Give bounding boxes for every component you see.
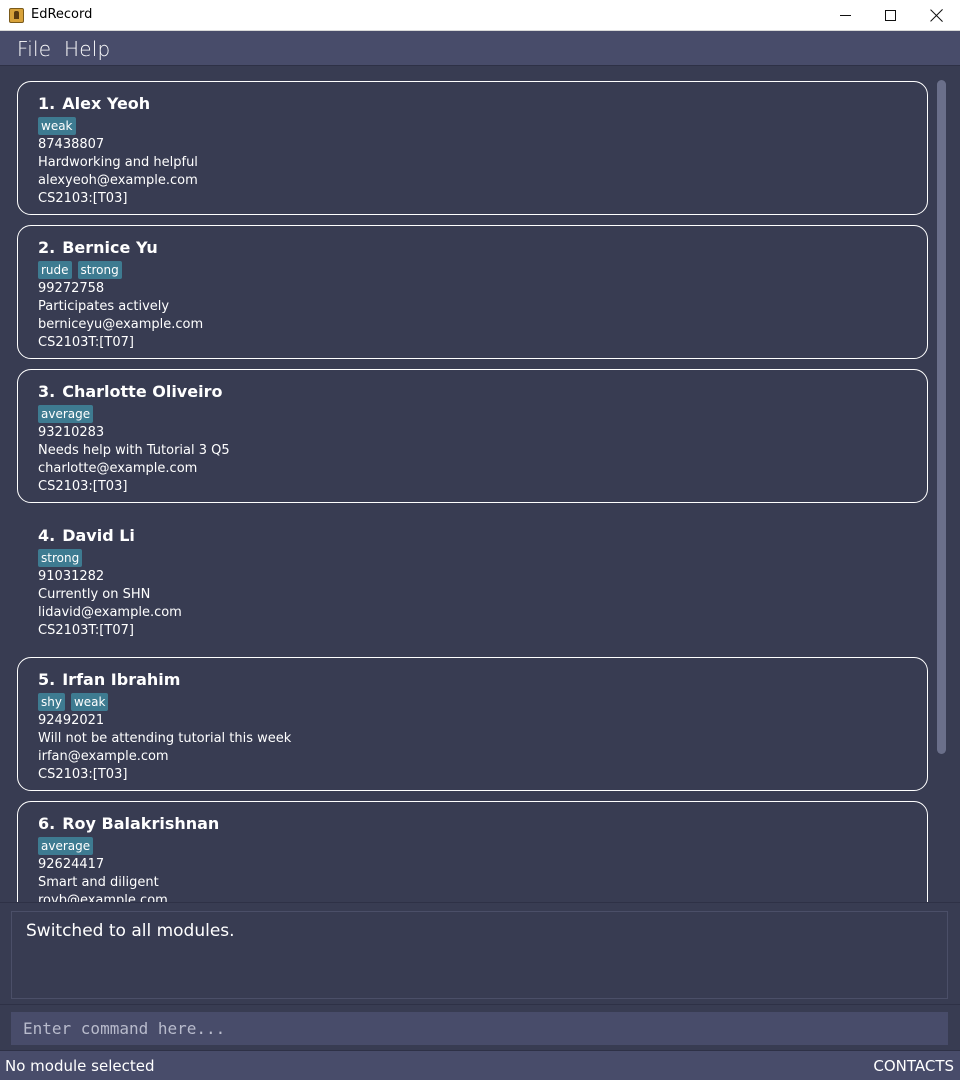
- person-module: CS2103:[T03]: [38, 479, 128, 494]
- maximize-button[interactable]: [867, 0, 913, 31]
- tag: weak: [38, 117, 76, 135]
- tag: shy: [38, 693, 65, 711]
- person-module: CS2103:[T03]: [38, 191, 128, 206]
- person-name: Charlotte Oliveiro: [62, 382, 223, 401]
- person-module: CS2103:[T03]: [38, 767, 128, 782]
- person-index: 4.: [38, 526, 56, 545]
- divider: [0, 902, 960, 908]
- tag-list: average: [38, 837, 907, 855]
- person-name-row: 5. Irfan Ibrahim: [38, 670, 907, 690]
- person-index: 5.: [38, 670, 56, 689]
- person-name: Alex Yeoh: [62, 94, 151, 113]
- menu-help[interactable]: Help: [64, 37, 110, 61]
- person-info: Smart and diligent: [38, 875, 159, 890]
- window-title: EdRecord: [31, 7, 93, 22]
- result-message: Switched to all modules.: [26, 921, 235, 941]
- tag: strong: [77, 261, 122, 279]
- tag: rude: [38, 261, 72, 279]
- person-module: CS2103T:[T07]: [38, 335, 134, 350]
- status-module: No module selected: [5, 1057, 155, 1075]
- tag-list: weak: [38, 117, 907, 135]
- maximize-icon: [884, 10, 896, 21]
- person-phone: 93210283: [38, 425, 105, 440]
- person-email: irfan@example.com: [38, 749, 169, 764]
- person-info: Will not be attending tutorial this week: [38, 731, 292, 746]
- command-input[interactable]: [11, 1012, 948, 1045]
- status-bar: No module selected CONTACTS: [0, 1050, 960, 1080]
- person-info: Needs help with Tutorial 3 Q5: [38, 443, 230, 458]
- app-icon: [9, 8, 24, 23]
- person-list[interactable]: 1. Alex Yeoh weak 87438807 Hardworking an…: [0, 66, 960, 902]
- person-index: 1.: [38, 94, 56, 113]
- minimize-button[interactable]: [822, 0, 868, 31]
- person-email: alexyeoh@example.com: [38, 173, 198, 188]
- person-phone: 87438807: [38, 137, 105, 152]
- result-display: Switched to all modules.: [11, 911, 948, 999]
- person-name: Bernice Yu: [62, 238, 158, 257]
- person-name: Irfan Ibrahim: [62, 670, 181, 689]
- tag: average: [38, 837, 94, 855]
- close-icon: [930, 9, 943, 22]
- person-email: royb@example.com: [38, 893, 168, 902]
- person-phone: 91031282: [38, 569, 105, 584]
- person-phone: 92492021: [38, 713, 105, 728]
- person-name-row: 2. Bernice Yu: [38, 238, 907, 258]
- title-bar: EdRecord: [0, 0, 960, 31]
- person-name-row: 1. Alex Yeoh: [38, 94, 907, 114]
- scrollbar-thumb[interactable]: [937, 80, 946, 754]
- status-view: CONTACTS: [873, 1057, 954, 1075]
- person-name-row: 4. David Li: [38, 526, 907, 546]
- menu-file[interactable]: File: [17, 37, 51, 61]
- tag-list: strong: [38, 549, 907, 567]
- person-name-row: 3. Charlotte Oliveiro: [38, 382, 907, 402]
- person-module: CS2103T:[T07]: [38, 623, 134, 638]
- person-index: 2.: [38, 238, 56, 257]
- person-name-row: 6. Roy Balakrishnan: [38, 814, 907, 834]
- tag: weak: [70, 693, 109, 711]
- person-name: David Li: [62, 526, 135, 545]
- person-card[interactable]: 4. David Li strong 91031282 Currently on …: [17, 513, 928, 647]
- person-email: lidavid@example.com: [38, 605, 182, 620]
- person-index: 6.: [38, 814, 56, 833]
- person-card[interactable]: 5. Irfan Ibrahim shy weak 92492021 Will n…: [17, 657, 928, 791]
- person-info: Hardworking and helpful: [38, 155, 198, 170]
- person-card[interactable]: 6. Roy Balakrishnan average 92624417 Smar…: [17, 801, 928, 902]
- person-email: berniceyu@example.com: [38, 317, 204, 332]
- person-name: Roy Balakrishnan: [62, 814, 220, 833]
- minimize-icon: [839, 15, 851, 16]
- person-card[interactable]: 3. Charlotte Oliveiro average 93210283 Ne…: [17, 369, 928, 503]
- tag: average: [38, 405, 94, 423]
- person-info: Participates actively: [38, 299, 170, 314]
- tag-list: average: [38, 405, 907, 423]
- person-phone: 92624417: [38, 857, 105, 872]
- menu-bar: File Help: [0, 31, 960, 66]
- person-info: Currently on SHN: [38, 587, 151, 602]
- tag-list: shy weak: [38, 693, 907, 711]
- tag: strong: [38, 549, 83, 567]
- person-phone: 99272758: [38, 281, 105, 296]
- person-card[interactable]: 2. Bernice Yu rude strong 99272758 Partic…: [17, 225, 928, 359]
- close-button[interactable]: [913, 0, 959, 31]
- person-card[interactable]: 1. Alex Yeoh weak 87438807 Hardworking an…: [17, 81, 928, 215]
- person-email: charlotte@example.com: [38, 461, 198, 476]
- person-index: 3.: [38, 382, 56, 401]
- tag-list: rude strong: [38, 261, 907, 279]
- command-box: [0, 1004, 960, 1050]
